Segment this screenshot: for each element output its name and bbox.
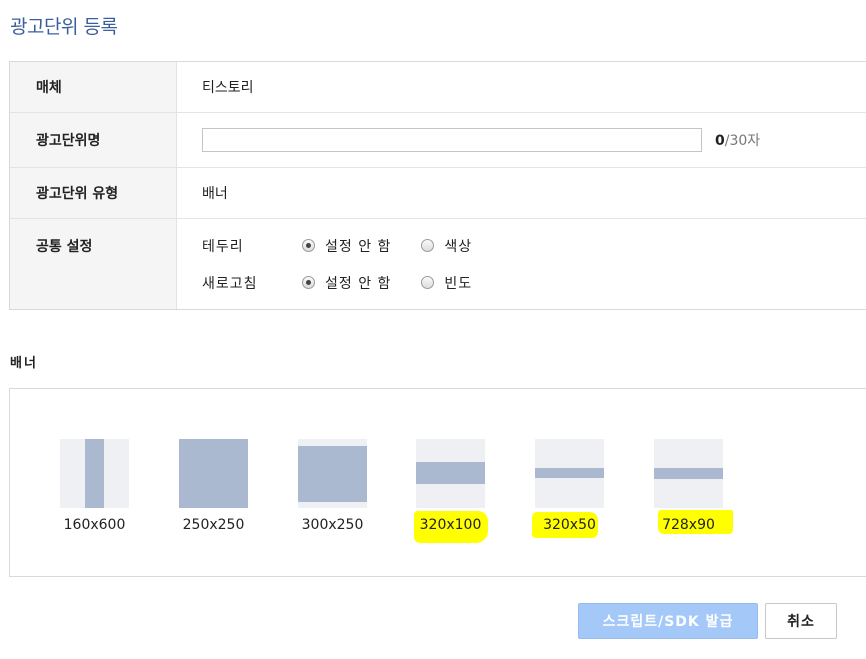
banner-size-panel: 160x600 250x250 300x250 320x100 320x50 7…: [9, 388, 866, 577]
refresh-frequency-label: 빈도: [444, 275, 473, 292]
size-option-320x100[interactable]: 320x100: [414, 439, 488, 543]
size-thumbnail: [179, 439, 248, 508]
size-label: 250x250: [182, 517, 245, 533]
char-max: /30자: [724, 133, 761, 149]
unit-type-label: 광고단위 유형: [10, 168, 177, 218]
size-thumbnail: [60, 439, 129, 508]
common-settings-label: 공통 설정: [10, 219, 177, 309]
radio-selected-icon: [302, 276, 315, 289]
size-option-160x600[interactable]: 160x600: [60, 439, 129, 533]
banner-section-title: 배너: [10, 356, 38, 371]
size-option-250x250[interactable]: 250x250: [179, 439, 248, 533]
issue-script-sdk-button[interactable]: 스크립트/SDK 발급: [578, 603, 758, 639]
refresh-frequency-radio[interactable]: 빈도: [421, 273, 472, 293]
refresh-label: 새로고침: [202, 275, 258, 292]
size-label: 160x600: [63, 517, 126, 533]
size-label: 320x50: [543, 517, 596, 533]
radio-unselected-icon: [421, 239, 435, 252]
size-label: 320x100: [419, 517, 482, 533]
char-counter: 0/30자: [715, 130, 760, 150]
size-thumbnail: [298, 439, 367, 508]
media-value: 티스토리: [202, 80, 254, 96]
unit-name-input[interactable]: [202, 128, 702, 152]
size-option-320x50[interactable]: 320x50: [532, 439, 604, 538]
radio-unselected-icon: [421, 276, 435, 289]
refresh-off-label: 설정 안 함: [325, 275, 392, 292]
size-thumbnail: [416, 439, 485, 508]
char-count: 0: [715, 133, 725, 149]
unit-name-label: 광고단위명: [10, 113, 177, 167]
ad-unit-form: 매체 티스토리 광고단위명 0/30자 광고단위 유형 배너 공통 설정 테두리…: [9, 61, 866, 310]
media-label: 매체: [10, 62, 177, 112]
border-label: 테두리: [202, 238, 244, 255]
size-label: 728x90: [662, 517, 715, 533]
unit-type-value: 배너: [202, 186, 228, 202]
size-label: 300x250: [301, 517, 364, 533]
unit-name-row: 광고단위명 0/30자: [10, 113, 866, 168]
border-off-radio[interactable]: 설정 안 함: [302, 236, 391, 256]
size-thumbnail: [535, 439, 604, 508]
refresh-off-radio[interactable]: 설정 안 함: [302, 273, 391, 293]
size-thumbnail: [654, 439, 723, 508]
border-setting: 테두리 설정 안 함 색상: [202, 227, 502, 264]
radio-selected-icon: [302, 239, 315, 252]
border-off-label: 설정 안 함: [325, 238, 392, 255]
page-title: 광고단위 등록: [10, 16, 118, 38]
media-row: 매체 티스토리: [10, 62, 866, 113]
unit-type-row: 광고단위 유형 배너: [10, 168, 866, 219]
border-color-label: 색상: [444, 238, 473, 255]
size-option-300x250[interactable]: 300x250: [298, 439, 367, 533]
refresh-setting: 새로고침 설정 안 함 빈도: [202, 264, 502, 301]
cancel-button[interactable]: 취소: [765, 603, 837, 639]
border-color-radio[interactable]: 색상: [421, 236, 472, 256]
common-settings-row: 공통 설정 테두리 설정 안 함 색상 새로고침 설정 안 함 빈도: [10, 219, 866, 310]
size-option-728x90[interactable]: 728x90: [654, 439, 733, 534]
